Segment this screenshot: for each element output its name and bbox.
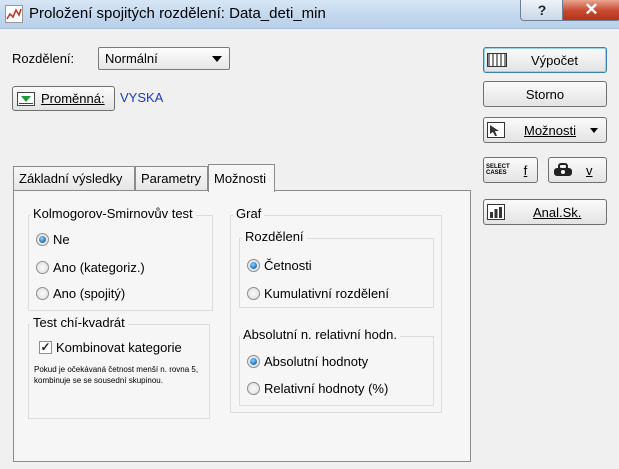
distribution-label: Rozdělení:: [12, 51, 75, 66]
tab-options[interactable]: Možnosti: [208, 164, 275, 192]
distribution-select-value: Normální: [105, 51, 158, 66]
compute-button-label: Výpočet: [531, 52, 578, 68]
select-cases-key: f: [523, 162, 528, 178]
chi-test-title: Test chí-kvadrát: [30, 315, 128, 330]
combine-categories-label: Kombinovat kategorie: [56, 340, 182, 355]
radio-selected-icon: [36, 233, 49, 246]
distribution-select[interactable]: Normální: [98, 47, 230, 70]
radio-icon: [36, 261, 49, 274]
graph-title: Graf: [233, 206, 265, 221]
ks-option-categorized-label: Ano (kategoriz.): [53, 260, 145, 275]
select-cases-button[interactable]: SELECT CASES f: [483, 157, 538, 183]
graph-option-cumulative-label: Kumulativní rozdělení: [264, 286, 390, 301]
analysis-button[interactable]: Anal.Sk.: [483, 199, 607, 225]
analysis-icon: [487, 204, 505, 220]
ks-option-no-label: Ne: [53, 232, 70, 247]
compute-button[interactable]: Výpočet: [483, 47, 607, 73]
radio-icon: [247, 382, 260, 395]
tab-basic-results[interactable]: Základní výsledky: [13, 166, 135, 190]
graph-option-relative-label: Relativní hodnoty (%): [264, 381, 389, 396]
variable-icon: [17, 91, 35, 106]
graph-option-frequencies[interactable]: Četnosti: [247, 258, 312, 273]
graph-option-absolute[interactable]: Absolutní hodnoty: [247, 354, 368, 369]
close-button[interactable]: ✕: [562, 0, 619, 21]
radio-icon: [247, 287, 260, 300]
ks-option-continuous-label: Ano (spojitý): [53, 286, 126, 301]
graph-option-relative[interactable]: Relativní hodnoty (%): [247, 381, 388, 396]
ks-test-title: Kolmogorov-Smirnovův test: [30, 206, 196, 221]
cancel-button[interactable]: Storno: [483, 81, 607, 107]
radio-selected-icon: [247, 355, 260, 368]
options-icon: [487, 122, 505, 138]
weight-button[interactable]: v: [548, 157, 607, 183]
analysis-button-label: Anal.Sk.: [533, 204, 582, 220]
graph-distribution-title: Rozdělení: [242, 229, 307, 244]
weight-icon: [554, 163, 572, 176]
tab-parameters[interactable]: Parametry: [135, 166, 208, 190]
weight-key: v: [586, 162, 593, 178]
app-icon: [5, 5, 23, 23]
radio-icon: [36, 287, 49, 300]
ks-option-no[interactable]: Ne: [36, 232, 70, 247]
graph-option-cumulative[interactable]: Kumulativní rozdělení: [247, 286, 389, 301]
ks-option-continuous[interactable]: Ano (spojitý): [36, 286, 125, 301]
options-button-label: Možnosti: [524, 122, 577, 138]
variable-button[interactable]: Proměnná:: [12, 86, 115, 111]
window-title: Proložení spojitých rozdělení: Data_deti…: [29, 5, 326, 22]
ks-option-categorized[interactable]: Ano (kategoriz.): [36, 260, 145, 275]
checkmark-icon: ✓: [39, 340, 52, 354]
radio-selected-icon: [247, 259, 260, 272]
chevron-down-icon: [590, 127, 599, 133]
select-cases-icon: SELECT CASES: [486, 164, 510, 176]
options-button[interactable]: Možnosti: [483, 117, 607, 143]
chevron-down-icon: [212, 56, 222, 62]
graph-option-absolute-label: Absolutní hodnoty: [264, 354, 369, 369]
combine-categories-checkbox[interactable]: ✓ Kombinovat kategorie: [39, 340, 182, 355]
graph-option-frequencies-label: Četnosti: [264, 258, 312, 273]
help-button[interactable]: ?: [520, 0, 564, 21]
variable-value: VYSKA: [120, 90, 164, 105]
graph-absolute-title: Absolutní n. relativní hodn.: [240, 327, 400, 342]
chi-test-note: Pokud je očekávaná četnost menší n. rovn…: [34, 365, 199, 385]
variable-button-label: Proměnná:: [41, 91, 105, 106]
calculator-icon: [487, 53, 507, 67]
